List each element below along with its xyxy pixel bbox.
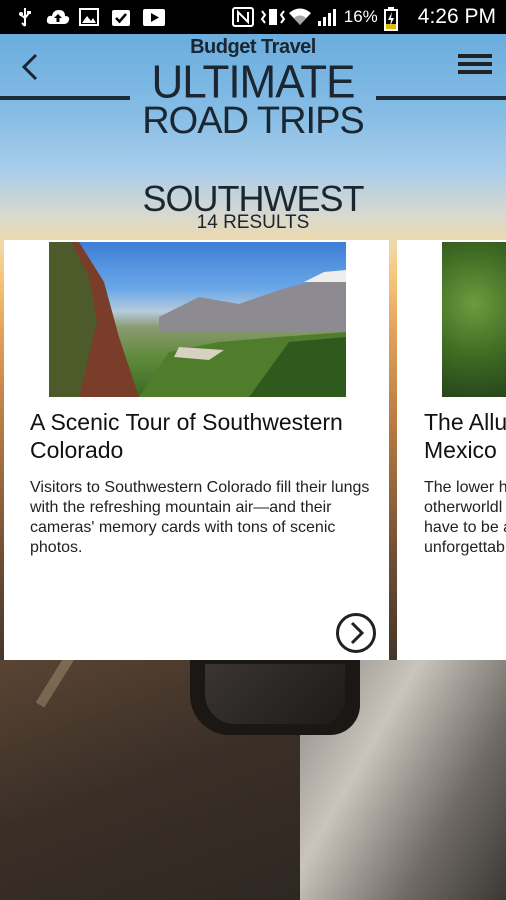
wifi-icon [288, 7, 311, 27]
side-mirror-glass [205, 664, 345, 724]
card-description-line: The lower h [424, 479, 506, 496]
card-description-line: have to be a [424, 519, 506, 536]
status-time: 4:26 PM [417, 5, 496, 28]
card-title-line: The Allu [424, 409, 506, 435]
card-description-line: unforgettab [424, 539, 505, 556]
card-description: Visitors to Southwestern Colorado fill t… [30, 479, 370, 556]
page-title-line2: ROAD TRIPS [142, 100, 365, 142]
battery-percent: 16% [343, 7, 378, 26]
cloud-upload-icon [46, 7, 70, 27]
trip-photo [442, 242, 506, 397]
card-title: The Allu Mexico [424, 408, 506, 464]
image-icon [78, 7, 100, 27]
trip-card[interactable]: A Scenic Tour of Southwestern Colorado V… [4, 240, 389, 660]
results-count: 14 RESULTS [196, 212, 310, 233]
trip-card[interactable]: The Allu Mexico The lower h otherworldl … [397, 240, 506, 660]
play-icon [142, 7, 165, 27]
status-bar: 16% 4:26 PM [0, 0, 506, 34]
nfc-icon [231, 7, 254, 27]
brand-logo: Budget Travel [190, 36, 316, 58]
card-title-line: Mexico [424, 437, 497, 463]
open-trip-button[interactable] [335, 612, 377, 654]
card-description: The lower h otherworldl have to be a unf… [424, 478, 506, 558]
usb-icon [14, 7, 36, 27]
trip-photo [49, 242, 346, 397]
clipboard-check-icon [110, 7, 132, 27]
signal-icon [316, 7, 338, 27]
vibrate-icon [260, 7, 285, 27]
chevron-right-circle-icon [336, 613, 376, 653]
card-description-line: otherworldl [424, 499, 503, 516]
battery-icon [383, 7, 406, 31]
card-title: A Scenic Tour of Southwestern Colorado [30, 409, 343, 463]
